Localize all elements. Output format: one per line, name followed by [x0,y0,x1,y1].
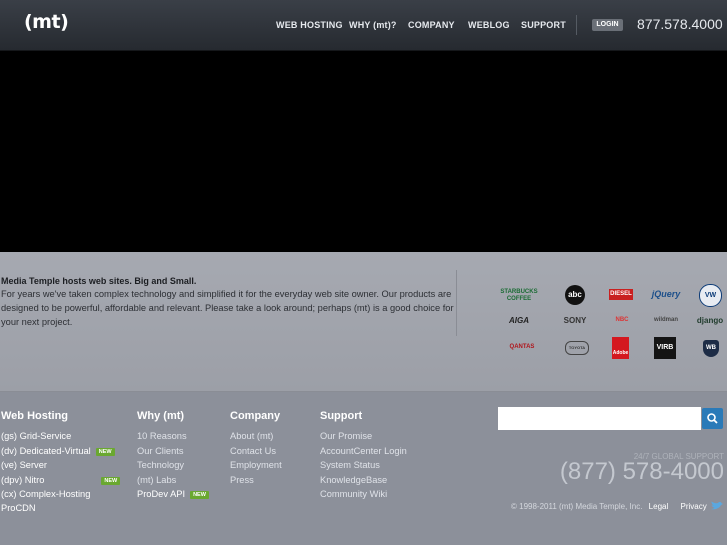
footer-title-why: Why (mt) [137,410,185,422]
copyright-text: © 1998-2011 (mt) Media Temple, Inc. [511,502,643,511]
footer-link-label[interactable]: ProCDN [1,503,36,513]
footer-title-web-hosting: Web Hosting [1,410,69,422]
login-button[interactable]: LOGIN [592,19,623,31]
intro-body: For years we've taken complex technology… [1,289,454,327]
client-logo-toyota: TOYOTA [565,341,589,355]
nav-divider [576,15,577,35]
footer-link-10-reasons[interactable]: 10 Reasons [137,431,187,441]
header-phone: 877.578.4000 [637,16,723,32]
client-logo-virb: VIRB [654,337,676,359]
client-logo-vw: VW [699,284,722,307]
footer-link-contact[interactable]: Contact Us [230,446,276,456]
nav-company[interactable]: COMPANY [408,20,455,30]
client-logo-sony: SONY [563,316,587,325]
footer-link-ve-server[interactable]: (ve) Server [1,460,47,470]
new-badge: NEW [95,447,115,456]
client-logo-qantas: QANTAS [509,344,535,350]
client-logo-diesel: DIESEL [609,289,633,300]
footer-link-our-clients[interactable]: Our Clients [137,446,184,456]
footer-link-press[interactable]: Press [230,475,254,485]
footer-link-about[interactable]: About (mt) [230,431,273,441]
footer-link-label[interactable]: (dv) Dedicated-Virtual [1,446,91,456]
nav-support[interactable]: SUPPORT [521,20,566,30]
hero-banner [0,51,727,252]
footer-link-procdn[interactable]: ProCDN [1,503,36,513]
search-input[interactable] [498,407,701,430]
intro-divider [456,270,457,336]
client-logo-nbc: NBC [615,317,629,323]
client-logo-django: django [696,316,724,325]
footer-link-label[interactable]: ProDev API [137,489,185,499]
nav-web-hosting[interactable]: WEB HOSTING [276,20,343,30]
footer-link-community-wiki[interactable]: Community Wiki [320,489,387,499]
footer-title-support: Support [320,410,363,422]
twitter-bird-icon[interactable] [710,501,724,511]
search-button[interactable] [702,408,723,429]
client-logo-wb: WB [703,340,719,357]
nav-why-mt[interactable]: WHY (mt)? [349,20,397,30]
footer-link-system-status[interactable]: System Status [320,460,380,470]
privacy-link[interactable]: Privacy [680,502,706,511]
footer-link-knowledgebase[interactable]: KnowledgeBase [320,475,387,485]
client-logo-aiga: AIGA [509,316,529,325]
client-logo-abc: abc [565,285,585,305]
footer-link-dedicated-virtual[interactable]: (dv) Dedicated-Virtual NEW [1,446,115,456]
footer-link-nitro[interactable]: (dpv) Nitro NEW [1,475,121,485]
client-logo-wildman: wildman [653,317,678,323]
support-phone: (877) 578-4000 [559,458,724,485]
footer-title-company: Company [230,410,281,422]
footer-link-mt-labs[interactable]: (mt) Labs [137,475,176,485]
site-header: (mt) WEB HOSTING WHY (mt)? COMPANY WEBLO… [0,0,727,51]
footer-link-technology[interactable]: Technology [137,460,184,470]
client-logo-adobe: Adobe [612,337,629,359]
client-logo-jquery: jQuery [651,289,681,299]
intro-section: Media Temple hosts web sites. Big and Sm… [0,252,727,392]
site-logo[interactable]: (mt) [24,11,69,33]
footer-link-grid-service[interactable]: (gs) Grid-Service [1,431,71,441]
footer-link-label[interactable]: (dpv) Nitro [1,475,44,485]
legal-link[interactable]: Legal [649,502,669,511]
footer-link-complex-hosting[interactable]: (cx) Complex-Hosting [1,489,90,499]
new-badge: NEW [101,476,121,485]
footer-link-employment[interactable]: Employment [230,460,282,470]
footer-link-label[interactable]: (gs) Grid-Service [1,431,71,441]
client-logo-starbucks: STARBUCKS COFFEE [500,289,538,302]
new-badge: NEW [190,490,209,499]
search-icon [707,413,718,424]
intro-title: Media Temple hosts web sites. Big and Sm… [1,276,197,286]
footer-link-accountcenter-login[interactable]: AccountCenter Login [320,446,407,456]
footer-link-label[interactable]: (cx) Complex-Hosting [1,489,90,499]
footer-link-prodev-api[interactable]: ProDev API NEW [137,489,209,499]
footer-link-label[interactable]: (ve) Server [1,460,47,470]
copyright-line: © 1998-2011 (mt) Media Temple, Inc. Lega… [511,502,707,511]
footer-link-our-promise[interactable]: Our Promise [320,431,372,441]
nav-weblog[interactable]: WEBLOG [468,20,510,30]
